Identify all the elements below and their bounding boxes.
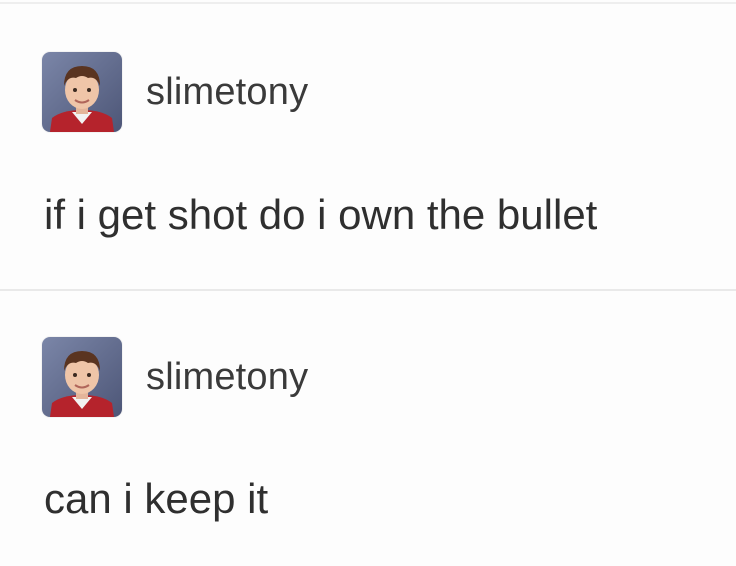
username[interactable]: slimetony xyxy=(146,358,308,396)
post-header: slimetony xyxy=(42,337,308,417)
avatar[interactable] xyxy=(42,52,122,132)
post-1: slimetony if i get shot do i own the bul… xyxy=(0,0,736,290)
post-2: slimetony can i keep it xyxy=(0,292,736,566)
post-divider xyxy=(0,289,736,291)
post-header: slimetony xyxy=(42,52,308,132)
child-portrait-avatar-icon xyxy=(42,337,122,417)
username[interactable]: slimetony xyxy=(146,73,308,111)
post-text: if i get shot do i own the bullet xyxy=(44,191,598,238)
tumblr-thread: slimetony if i get shot do i own the bul… xyxy=(0,0,736,566)
post-text: can i keep it xyxy=(44,475,269,522)
child-portrait-avatar-icon xyxy=(42,52,122,132)
avatar[interactable] xyxy=(42,337,122,417)
